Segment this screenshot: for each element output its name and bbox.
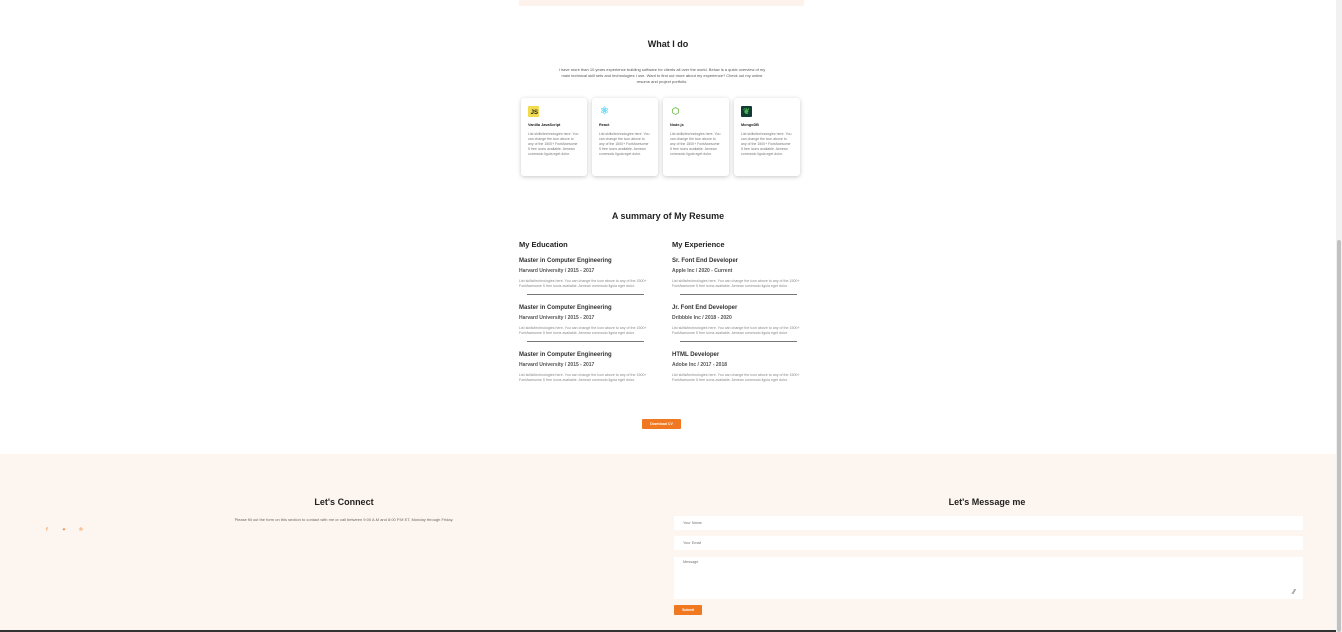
- entry-desc: List skills/technologies here. You can c…: [519, 326, 647, 335]
- entry-subtitle: Harvard University / 2015 - 2017: [519, 315, 595, 322]
- entry-subtitle: Harvard University / 2015 - 2017: [519, 362, 595, 369]
- entry-title: HTML Developer: [672, 352, 720, 359]
- education-entry: Master in Computer Engineering Harvard U…: [519, 258, 654, 296]
- entry-title: Master in Computer Engineering: [519, 352, 612, 359]
- nodejs-icon: ⬡: [671, 106, 680, 116]
- contact-footer: Let's Connect Please fill out the form o…: [0, 454, 1336, 632]
- js-icon: JS: [528, 106, 539, 117]
- skill-card-desc: List skills/technologies here. You can c…: [528, 132, 579, 156]
- entry-title: Sr. Font End Developer: [672, 258, 739, 264]
- page-scrollbar[interactable]: [1336, 0, 1342, 632]
- react-icon: ⚛: [600, 106, 609, 117]
- entry-divider: [527, 294, 644, 296]
- skill-card-desc: List skills/technologies here. You can c…: [741, 132, 792, 156]
- what-i-do-intro: I have more than 10 years experience bui…: [558, 67, 766, 84]
- entry-title: Jr. Font End Developer: [672, 305, 738, 312]
- email-field[interactable]: [674, 536, 1303, 550]
- connect-text: Please fill out the form on this section…: [234, 517, 454, 522]
- experience-entry: HTML Developer Adobe Inc / 2017 - 2018 L…: [672, 352, 807, 382]
- mongodb-icon: ❦: [741, 106, 752, 117]
- entry-divider: [680, 341, 797, 343]
- entry-subtitle: Harvard University / 2015 - 2017: [519, 268, 595, 274]
- entry-desc: List skills/technologies here. You can c…: [672, 373, 800, 382]
- skill-card-desc: List skills/technologies here. You can c…: [599, 132, 650, 156]
- message-title: Let's Message me: [948, 497, 1026, 507]
- resize-grip-icon[interactable]: ⁄⁄: [1293, 589, 1301, 597]
- entry-title: Master in Computer Engineering: [519, 258, 612, 264]
- skill-card-title: MongoDB: [741, 123, 759, 127]
- skill-card-javascript: JS Vanilla JavaScript List skills/techno…: [521, 98, 587, 176]
- social-links: f ✦ ℗: [43, 526, 85, 534]
- entry-divider: [527, 341, 644, 343]
- education-entry: Master in Computer Engineering Harvard U…: [519, 305, 654, 343]
- entry-title: Master in Computer Engineering: [519, 305, 612, 312]
- entry-subtitle: Adobe Inc / 2017 - 2018: [672, 362, 728, 369]
- facebook-icon[interactable]: f: [43, 526, 51, 534]
- skill-card-title: Node.js: [670, 123, 684, 127]
- experience-column: My Experience Sr. Font End Developer App…: [672, 240, 807, 383]
- experience-entry: Jr. Font End Developer Dribbble Inc / 20…: [672, 305, 807, 343]
- entry-subtitle: Dribbble Inc / 2018 - 2020: [672, 315, 732, 322]
- education-column: My Education Master in Computer Engineer…: [519, 240, 654, 383]
- skill-card-react: ⚛ React List skills/technologies here. Y…: [592, 98, 658, 176]
- previous-section-bottom: [519, 0, 804, 6]
- what-i-do-title: What I do: [647, 39, 689, 49]
- skill-card-title: React: [599, 123, 610, 127]
- resume-title: A summary of My Resume: [611, 211, 725, 221]
- scrollbar-thumb[interactable]: [1337, 240, 1341, 632]
- skill-card-title: Vanilla JavaScript: [528, 123, 561, 127]
- connect-title: Let's Connect: [314, 497, 374, 507]
- skill-card-desc: List skills/technologies here. You can c…: [670, 132, 721, 156]
- download-cv-button[interactable]: Download CV: [642, 419, 681, 429]
- skill-card-nodejs: ⬡ Node.js List skills/technologies here.…: [663, 98, 729, 176]
- message-field[interactable]: [674, 557, 1303, 599]
- education-heading: My Education: [519, 240, 568, 249]
- pinterest-icon[interactable]: ℗: [77, 526, 85, 534]
- entry-desc: List skills/technologies here. You can c…: [672, 279, 800, 288]
- entry-divider: [680, 294, 797, 296]
- name-field[interactable]: [674, 516, 1303, 530]
- experience-heading: My Experience: [672, 240, 725, 249]
- experience-entry: Sr. Font End Developer Apple Inc / 2020 …: [672, 258, 807, 296]
- skill-card-mongodb: ❦ MongoDB List skills/technologies here.…: [734, 98, 800, 176]
- entry-desc: List skills/technologies here. You can c…: [672, 326, 800, 335]
- twitter-icon[interactable]: ✦: [60, 526, 68, 534]
- entry-desc: List skills/technologies here. You can c…: [519, 373, 647, 382]
- submit-button[interactable]: Submit: [674, 605, 702, 615]
- entry-subtitle: Apple Inc / 2020 - Current: [672, 268, 733, 274]
- education-entry: Master in Computer Engineering Harvard U…: [519, 352, 654, 382]
- skills-cards: JS Vanilla JavaScript List skills/techno…: [521, 98, 800, 176]
- entry-desc: List skills/technologies here. You can c…: [519, 279, 647, 288]
